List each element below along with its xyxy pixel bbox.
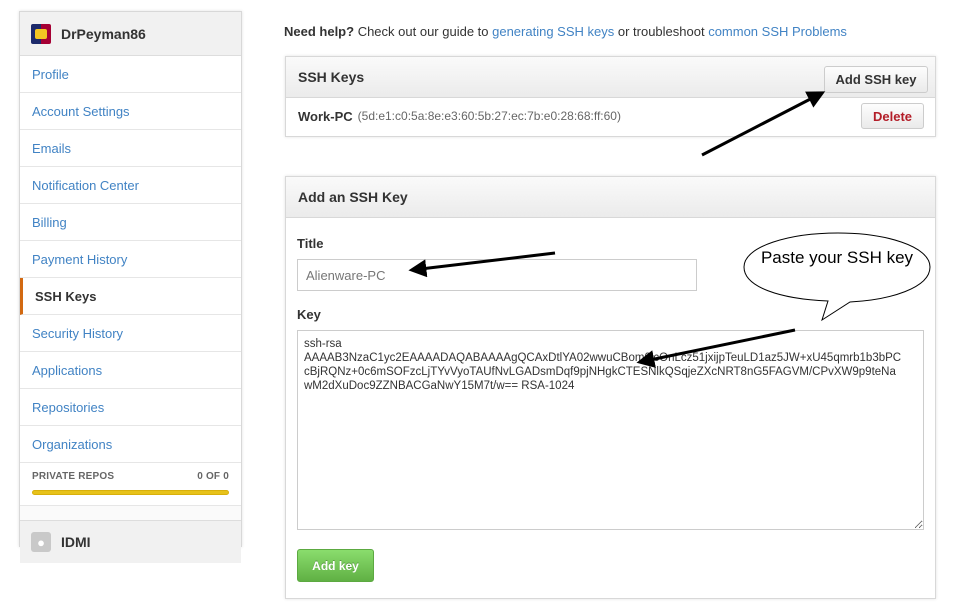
ssh-key-name: Work-PC (298, 108, 353, 124)
avatar (31, 23, 51, 44)
private-repos-progress-bar (32, 490, 229, 495)
sidebar-item-payment-history[interactable]: Payment History (20, 241, 241, 278)
key-textarea[interactable]: ssh-rsa AAAAB3NzaC1yc2EAAAADAQABAAAAgQCA… (297, 330, 924, 530)
speech-bubble-text: Paste your SSH key (760, 248, 914, 267)
sidebar-item-security-history[interactable]: Security History (20, 315, 241, 352)
sidebar-org-idmi[interactable]: ● IDMI (20, 520, 241, 563)
sidebar-item-repositories[interactable]: Repositories (20, 389, 241, 426)
add-ssh-key-header: Add an SSH Key (286, 177, 935, 218)
sidebar-item-applications[interactable]: Applications (20, 352, 241, 389)
key-label: Key (297, 307, 321, 322)
help-prefix: Need help? (284, 24, 355, 39)
sidebar-user-header[interactable]: DrPeyman86 (20, 12, 241, 56)
account-sidebar: DrPeyman86 Profile Account Settings Emai… (19, 11, 242, 563)
private-repos-meter: PRIVATE REPOS 0 OF 0 (20, 463, 241, 506)
sidebar-item-profile[interactable]: Profile (20, 56, 241, 93)
sidebar-item-ssh-keys[interactable]: SSH Keys (20, 278, 241, 315)
title-input[interactable] (297, 259, 697, 291)
add-key-button[interactable]: Add key (297, 549, 374, 582)
private-repos-label: PRIVATE REPOS (32, 471, 115, 482)
help-text: Need help? Check out our guide to genera… (284, 24, 847, 39)
sidebar-item-billing[interactable]: Billing (20, 204, 241, 241)
sidebar-item-notification-center[interactable]: Notification Center (20, 167, 241, 204)
private-repos-count: 0 OF 0 (197, 471, 229, 482)
title-label: Title (297, 236, 324, 251)
ssh-keys-title: SSH Keys (298, 69, 365, 85)
organization-icon: ● (31, 532, 51, 552)
sidebar-item-emails[interactable]: Emails (20, 130, 241, 167)
sidebar-item-account-settings[interactable]: Account Settings (20, 93, 241, 130)
org-name: IDMI (61, 534, 91, 550)
generating-ssh-keys-link[interactable]: generating SSH keys (492, 24, 614, 39)
delete-key-button[interactable]: Delete (861, 103, 924, 129)
ssh-key-row: Work-PC (5d:e1:c0:5a:8e:e3:60:5b:27:ec:7… (286, 98, 935, 134)
common-ssh-problems-link[interactable]: common SSH Problems (708, 24, 847, 39)
help-text-2: or troubleshoot (614, 24, 709, 39)
add-ssh-key-button[interactable]: Add SSH key (824, 66, 928, 93)
add-ssh-key-title: Add an SSH Key (298, 189, 408, 205)
help-text-1: Check out our guide to (354, 24, 493, 39)
ssh-key-fingerprint: (5d:e1:c0:5a:8e:e3:60:5b:27:ec:7b:e0:28:… (357, 109, 621, 123)
sidebar-item-organizations[interactable]: Organizations (20, 426, 241, 463)
username: DrPeyman86 (61, 25, 146, 42)
